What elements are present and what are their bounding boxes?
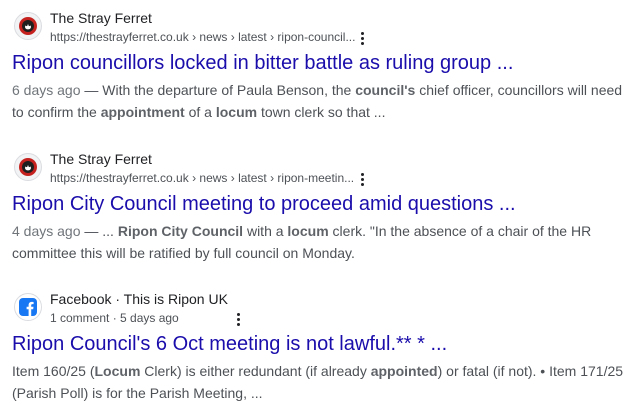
result-snippet: Item 160/25 (Locum Clerk) is either redu… [12, 363, 624, 401]
result-title-link[interactable]: Ripon Council's 6 Oct meeting is not law… [12, 331, 632, 357]
search-result: Facebook · This is Ripon UK 1 comment · … [12, 287, 632, 404]
result-title-link[interactable]: Ripon City Council meeting to proceed am… [12, 191, 632, 217]
result-source[interactable]: The Stray Ferret https://thestrayferret.… [12, 147, 632, 191]
site-name: The Stray Ferret [50, 10, 152, 26]
site-name: Facebook · This is Ripon UK [50, 291, 228, 307]
stray-ferret-icon [14, 12, 42, 40]
result-date: 6 days ago [12, 82, 81, 98]
result-source[interactable]: Facebook · This is Ripon UK 1 comment · … [12, 287, 632, 331]
result-date: 4 days ago [12, 223, 81, 239]
result-title-link[interactable]: Ripon councillors locked in bitter battl… [12, 50, 632, 76]
stray-ferret-icon [14, 153, 42, 181]
result-meta: 1 comment · 5 days ago [50, 311, 179, 325]
facebook-icon [14, 293, 42, 321]
more-options-icon[interactable] [231, 311, 245, 327]
more-options-icon[interactable] [355, 30, 369, 46]
result-snippet: 4 days ago — ... Ripon City Council with… [12, 223, 592, 261]
result-source[interactable]: The Stray Ferret https://thestrayferret.… [12, 6, 632, 50]
more-options-icon[interactable] [355, 171, 369, 187]
search-result: The Stray Ferret https://thestrayferret.… [12, 147, 632, 264]
result-url: https://thestrayferret.co.uk › news › la… [50, 30, 356, 44]
site-name: The Stray Ferret [50, 151, 152, 167]
result-url: https://thestrayferret.co.uk › news › la… [50, 171, 355, 185]
result-snippet: 6 days ago — With the departure of Paula… [12, 82, 623, 120]
search-result: The Stray Ferret https://thestrayferret.… [12, 6, 632, 123]
